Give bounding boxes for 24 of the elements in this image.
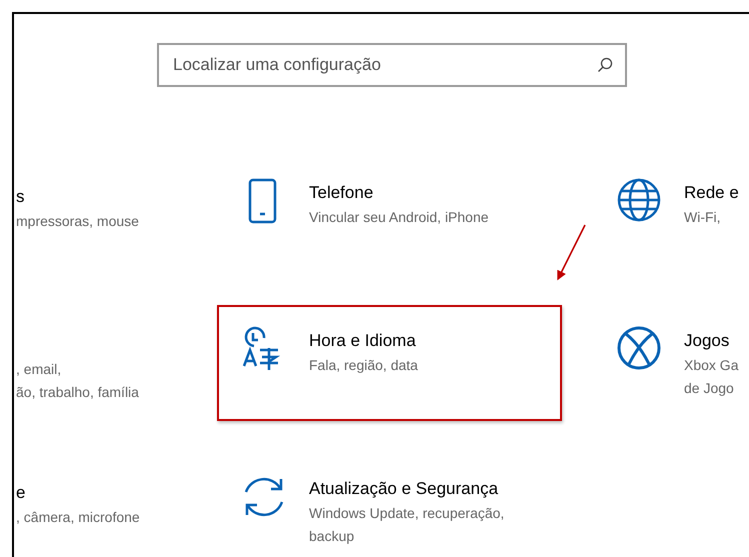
tile-description: , câmera, microfone bbox=[16, 508, 140, 527]
tile-description: mpressoras, mouse bbox=[16, 212, 139, 231]
settings-tile[interactable]: Jogos Xbox Ga de Jogo bbox=[592, 305, 749, 421]
search-icon bbox=[597, 57, 613, 73]
tile-title: Atualização e Segurança bbox=[309, 478, 500, 500]
tile-description: , email, ão, trabalho, família bbox=[16, 360, 139, 402]
tile-description: Fala, região, data bbox=[309, 356, 418, 375]
settings-tile[interactable]: s mpressoras, mouse bbox=[14, 157, 187, 273]
tile-title: Hora e Idioma bbox=[309, 330, 417, 352]
settings-tile[interactable]: e , câmera, microfone bbox=[14, 453, 187, 557]
tile-description: Vincular seu Android, iPhone bbox=[309, 208, 489, 227]
tile-title: Rede e bbox=[684, 182, 739, 204]
tile-description: Xbox Ga de Jogo bbox=[684, 356, 738, 398]
search-field[interactable]: Localizar uma configuração bbox=[157, 43, 627, 87]
settings-tile[interactable]: Telefone Vincular seu Android, iPhone bbox=[217, 157, 562, 273]
settings-tile[interactable]: Atualização e Segurança Windows Update, recuperação, backup bbox=[217, 453, 562, 557]
tile-description: Wi-Fi, bbox=[684, 208, 722, 227]
tile-title: Jogos bbox=[684, 330, 730, 352]
settings-tile[interactable]: Rede e Wi-Fi, bbox=[592, 157, 749, 273]
tile-title: e bbox=[16, 482, 26, 504]
tile-title: Telefone bbox=[309, 182, 374, 204]
settings-tile[interactable]: , email, ão, trabalho, família bbox=[14, 305, 187, 421]
tile-title: s bbox=[16, 186, 26, 208]
tile-description: Windows Update, recuperação, backup bbox=[309, 504, 504, 546]
